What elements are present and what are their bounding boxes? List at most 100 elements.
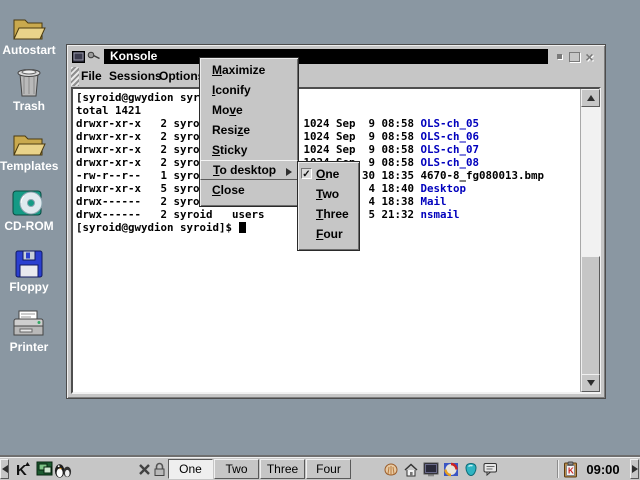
- arrow-down-icon: [587, 380, 595, 386]
- desktop-icon-label: Trash: [0, 100, 58, 113]
- terminal-text: [syroid@gwydion syro: [76, 91, 206, 104]
- menubar-item-file[interactable]: File: [81, 66, 102, 87]
- floppy-icon: [0, 245, 58, 279]
- close-button[interactable]: ×: [582, 49, 597, 64]
- scroll-up-button[interactable]: [581, 89, 600, 107]
- desktop-icon-label: Printer: [0, 341, 58, 354]
- terminal-text: 5 21:32: [369, 208, 415, 221]
- terminal-text: total 1421: [76, 104, 141, 117]
- desktop-icon-label: CD-ROM: [0, 220, 58, 233]
- desktop-icon-autostart[interactable]: Autostart: [0, 8, 58, 57]
- menubar-item-sessions[interactable]: Sessions: [109, 66, 162, 87]
- scrollbar-thumb[interactable]: [581, 256, 600, 375]
- menubar-grip[interactable]: [71, 67, 79, 86]
- tray-swirl-icon[interactable]: [442, 459, 459, 479]
- menu-item-to-desktop[interactable]: To desktop: [200, 160, 298, 180]
- desktop-icon-label: Floppy: [0, 281, 58, 294]
- svg-text:K: K: [568, 466, 574, 475]
- terminal-scrollbar[interactable]: [580, 89, 599, 392]
- taskbar-k-menu-icon[interactable]: K: [12, 459, 32, 479]
- terminal-text: 4670-8_fg080013.bmp: [421, 169, 545, 182]
- klipper-icon[interactable]: K: [562, 459, 579, 479]
- taskbar-penguins-icon[interactable]: [53, 459, 73, 479]
- taskbar-logout-x-icon[interactable]: [137, 459, 151, 479]
- terminal-text: drwxr-xr-x 2 syroi: [76, 143, 206, 156]
- arrow-right-icon: [632, 465, 638, 473]
- menu-item-iconify[interactable]: Iconify: [200, 80, 298, 100]
- tray-home-icon[interactable]: [402, 459, 419, 479]
- pager-button-four[interactable]: Four: [306, 459, 351, 479]
- menu-item-move[interactable]: Move: [200, 100, 298, 120]
- submenu-item-one[interactable]: ✓One: [298, 164, 359, 184]
- terminal-text: 4 18:40: [369, 182, 415, 195]
- checkmark-icon: ✓: [301, 168, 312, 179]
- terminal-cursor: [239, 222, 246, 233]
- terminal-text: drwxr-xr-x 2 syroi: [76, 156, 206, 169]
- window-titlebar[interactable]: Konsole ×: [70, 48, 602, 65]
- terminal-line: total 1421: [73, 104, 581, 117]
- terminal-line: drwxr-xr-x 2 syroi1024 Sep 9 08:58OLS-ch…: [73, 117, 581, 130]
- desktop-icon-floppy[interactable]: Floppy: [0, 245, 58, 294]
- menu-item-maximize[interactable]: Maximize: [200, 60, 298, 80]
- menu-item-close[interactable]: Close: [200, 180, 298, 200]
- cdrom-icon: [0, 184, 58, 218]
- directory-name: OLS-ch_07: [421, 143, 480, 156]
- terminal-text: drwxr-xr-x 2 syroi: [76, 130, 206, 143]
- window-title: Konsole: [104, 49, 548, 64]
- tray-shell-icon[interactable]: [382, 459, 399, 479]
- menu-item-sticky[interactable]: Sticky: [200, 140, 298, 160]
- pager-button-two[interactable]: Two: [214, 459, 259, 479]
- directory-name: Desktop: [421, 182, 467, 195]
- terminal-text: 1024 Sep 9 08:58: [304, 117, 415, 130]
- taskbar-clock: 09:00: [580, 459, 626, 479]
- printer-icon: [0, 305, 58, 339]
- menubar-item-options[interactable]: Options: [159, 66, 204, 87]
- taskbar: K 09:00 K OneTwoThreeFour: [0, 457, 640, 480]
- terminal-text: [syroid@gwydion syroid]$: [76, 221, 232, 234]
- pager-button-three[interactable]: Three: [260, 459, 305, 479]
- sticky-pin-icon[interactable]: [86, 49, 102, 64]
- desktop-icon-label: Templates: [0, 160, 58, 173]
- desktop: Autostart Trash Templates CD-ROM Floppy Print…: [0, 0, 640, 480]
- trash-icon: [0, 64, 58, 98]
- taskbar-divider: [557, 460, 558, 478]
- terminal-text: -rw-r--r-- 1 syroi: [76, 169, 206, 182]
- window-operations-menu: MaximizeIconifyMoveResizeStickyTo deskto…: [199, 57, 299, 207]
- panel-hide-right-button[interactable]: [630, 459, 639, 479]
- terminal-text: drwx------ 2 syroid users: [76, 208, 265, 221]
- terminal-line: drwxr-xr-x 2 syroi1024 Sep 9 08:58OLS-ch…: [73, 130, 581, 143]
- arrow-up-icon: [587, 95, 595, 101]
- window-menu-button[interactable]: [70, 49, 86, 64]
- directory-name: OLS-ch_08: [421, 156, 480, 169]
- close-icon: ×: [585, 50, 593, 64]
- minimize-button[interactable]: [552, 49, 567, 64]
- taskbar-window-list-icon[interactable]: [34, 459, 54, 479]
- desktop-icon-trash[interactable]: Trash: [0, 64, 58, 113]
- desktop-icon-templates[interactable]: Templates: [0, 124, 58, 173]
- tray-paint-icon[interactable]: [462, 459, 479, 479]
- taskbar-lock-icon[interactable]: [152, 459, 166, 479]
- submenu-item-four[interactable]: Four: [298, 224, 359, 244]
- terminal-line: [syroid@gwydion syro: [73, 91, 581, 104]
- tray-chat-icon[interactable]: [482, 459, 499, 479]
- submenu-item-two[interactable]: Two: [298, 184, 359, 204]
- panel-hide-left-button[interactable]: [0, 459, 9, 479]
- folder-icon: [0, 8, 58, 42]
- submenu-item-three[interactable]: Three: [298, 204, 359, 224]
- terminal-text: 1024 Sep 9 08:58: [304, 130, 415, 143]
- tray-console-icon[interactable]: [422, 459, 439, 479]
- svg-text:K: K: [16, 462, 27, 478]
- desktop-icon-cd-rom[interactable]: CD-ROM: [0, 184, 58, 233]
- terminal-line: drwxr-xr-x 2 syroi 1024 Sep 9 08:58 OLS-ch…: [73, 143, 581, 156]
- menu-item-resize[interactable]: Resize: [200, 120, 298, 140]
- terminal-text: drwxr-xr-x 2 syroi: [76, 117, 206, 130]
- maximize-button[interactable]: [567, 49, 582, 64]
- scroll-down-button[interactable]: [581, 374, 600, 392]
- pager-button-one[interactable]: One: [168, 459, 213, 479]
- terminal-text: 1024 Sep 9 08:58: [304, 143, 415, 156]
- arrow-left-icon: [2, 465, 8, 473]
- terminal-text: 30 18:35: [362, 169, 414, 182]
- maximize-icon: [569, 52, 580, 62]
- minimize-icon: [557, 54, 562, 59]
- desktop-icon-printer[interactable]: Printer: [0, 305, 58, 354]
